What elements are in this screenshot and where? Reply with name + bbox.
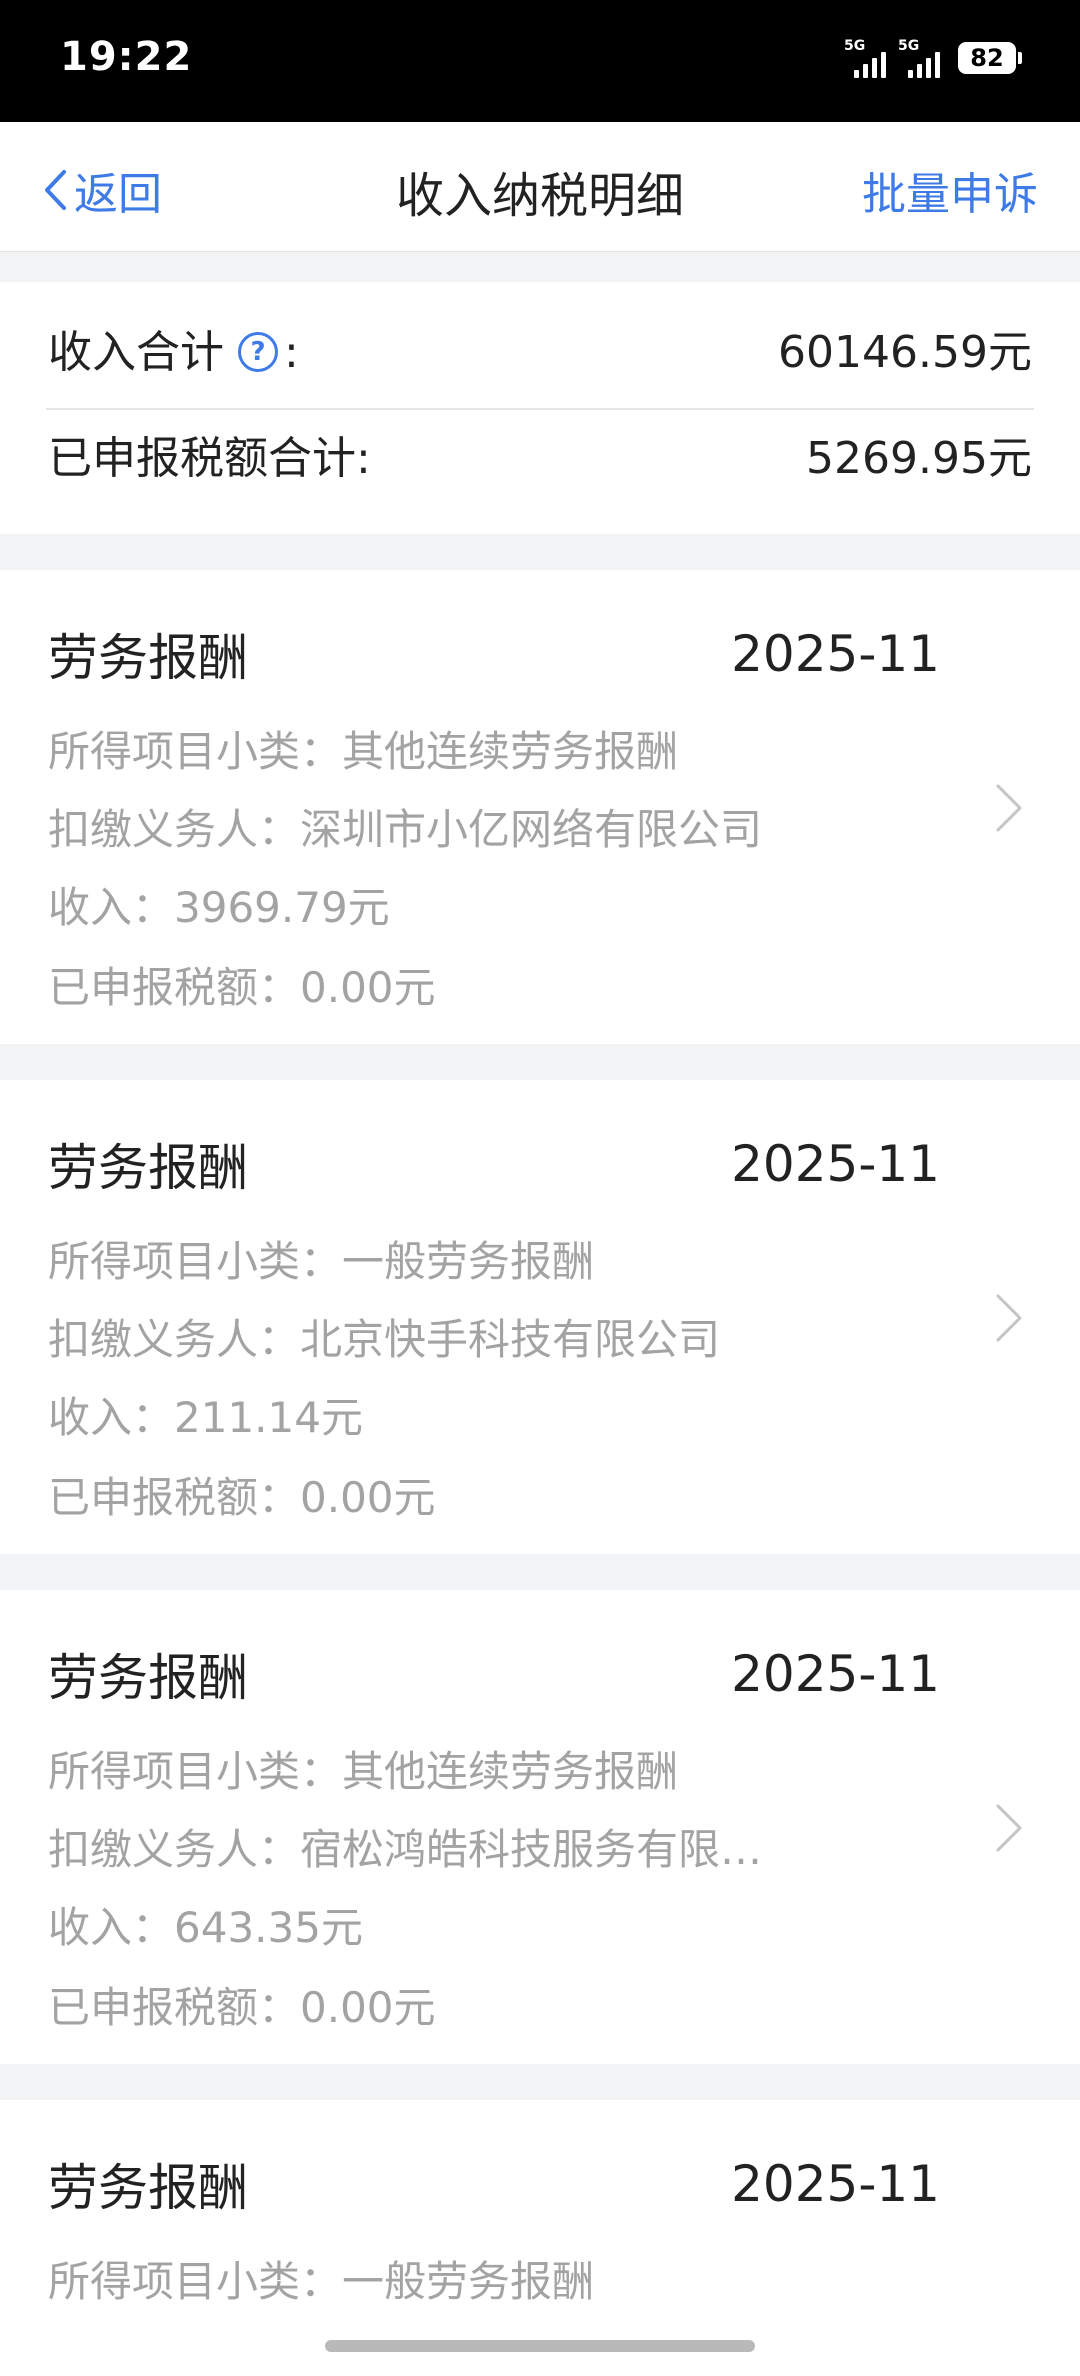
tax-total-value: 5269.95元 xyxy=(806,433,1032,484)
battery-icon: 82 xyxy=(958,42,1022,74)
chevron-right-icon xyxy=(996,784,1022,832)
divider xyxy=(46,408,1034,410)
signal-icon: 5G xyxy=(844,38,886,78)
income-record-card[interactable]: 劳务报酬 2025-11 所得项目小类：其他连续劳务报酬 扣缴义务人：宿松鸿皓科… xyxy=(0,1590,1080,2064)
record-tax: 已申报税额：0.00元 xyxy=(48,963,436,1012)
record-withholder: 扣缴义务人：宿松鸿皓科技服务有限… xyxy=(48,1825,763,1874)
batch-appeal-button[interactable]: 批量申诉 xyxy=(862,158,1038,222)
record-subcategory: 所得项目小类：其他连续劳务报酬 xyxy=(48,1747,679,1796)
record-header: 劳务报酬 2025-11 xyxy=(48,1638,940,1710)
status-time: 19:22 xyxy=(60,34,193,80)
help-icon[interactable]: ? xyxy=(238,332,278,372)
record-income: 收入：643.35元 xyxy=(48,1903,363,1952)
tax-total-row: 已申报税额合计: 5269.95元 xyxy=(48,414,1032,494)
record-withholder: 扣缴义务人：深圳市小亿网络有限公司 xyxy=(48,805,763,854)
record-header: 劳务报酬 2025-11 xyxy=(48,2148,940,2220)
record-type: 劳务报酬 xyxy=(48,1649,248,1707)
home-indicator[interactable] xyxy=(325,2340,755,2352)
chevron-right-icon xyxy=(996,1294,1022,1342)
record-period: 2025-11 xyxy=(731,625,940,683)
record-withholder: 扣缴义务人：北京快手科技有限公司 xyxy=(48,1315,721,1364)
income-total-row: 收入合计?: 60146.59元 xyxy=(48,308,1032,388)
income-total-colon: : xyxy=(284,327,299,378)
income-total-label: 收入合计 xyxy=(48,327,224,378)
nav-bar: 返回 收入纳税明细 批量申诉 xyxy=(0,122,1080,252)
tax-total-label: 已申报税额合计: xyxy=(48,433,371,484)
record-header: 劳务报酬 2025-11 xyxy=(48,1128,940,1200)
record-tax: 已申报税额：0.00元 xyxy=(48,1473,436,1522)
signal-icon: 5G xyxy=(898,38,940,78)
record-tax: 已申报税额：0.00元 xyxy=(48,1983,436,2032)
record-header: 劳务报酬 2025-11 xyxy=(48,618,940,690)
record-type: 劳务报酬 xyxy=(48,629,248,687)
income-total-label-group: 收入合计?: xyxy=(48,316,299,380)
record-subcategory: 所得项目小类：一般劳务报酬 xyxy=(48,2257,595,2306)
income-record-card[interactable]: 劳务报酬 2025-11 所得项目小类：其他连续劳务报酬 扣缴义务人：深圳市小亿… xyxy=(0,570,1080,1044)
record-period: 2025-11 xyxy=(731,1135,940,1193)
battery-level: 82 xyxy=(958,42,1016,74)
income-record-card[interactable]: 劳务报酬 2025-11 所得项目小类：一般劳务报酬 扣缴义务人：北京快手科技有… xyxy=(0,1080,1080,1554)
network-type-label: 5G xyxy=(898,38,920,54)
record-subcategory: 所得项目小类：一般劳务报酬 xyxy=(48,1237,595,1286)
status-indicators: 5G 5G 82 xyxy=(844,38,1022,78)
status-bar: 19:22 5G 5G 82 xyxy=(0,0,1080,122)
chevron-right-icon xyxy=(996,1804,1022,1852)
record-subcategory: 所得项目小类：其他连续劳务报酬 xyxy=(48,727,679,776)
network-type-label: 5G xyxy=(844,38,866,54)
income-total-value: 60146.59元 xyxy=(778,327,1032,378)
record-income: 收入：211.14元 xyxy=(48,1393,363,1442)
record-type: 劳务报酬 xyxy=(48,2159,248,2217)
record-income: 收入：3969.79元 xyxy=(48,883,390,932)
record-period: 2025-11 xyxy=(731,2155,940,2213)
summary-card: 收入合计?: 60146.59元 已申报税额合计: 5269.95元 xyxy=(0,282,1080,534)
income-record-card[interactable]: 劳务报酬 2025-11 所得项目小类：一般劳务报酬 xyxy=(0,2100,1080,2376)
record-period: 2025-11 xyxy=(731,1645,940,1703)
record-type: 劳务报酬 xyxy=(48,1139,248,1197)
